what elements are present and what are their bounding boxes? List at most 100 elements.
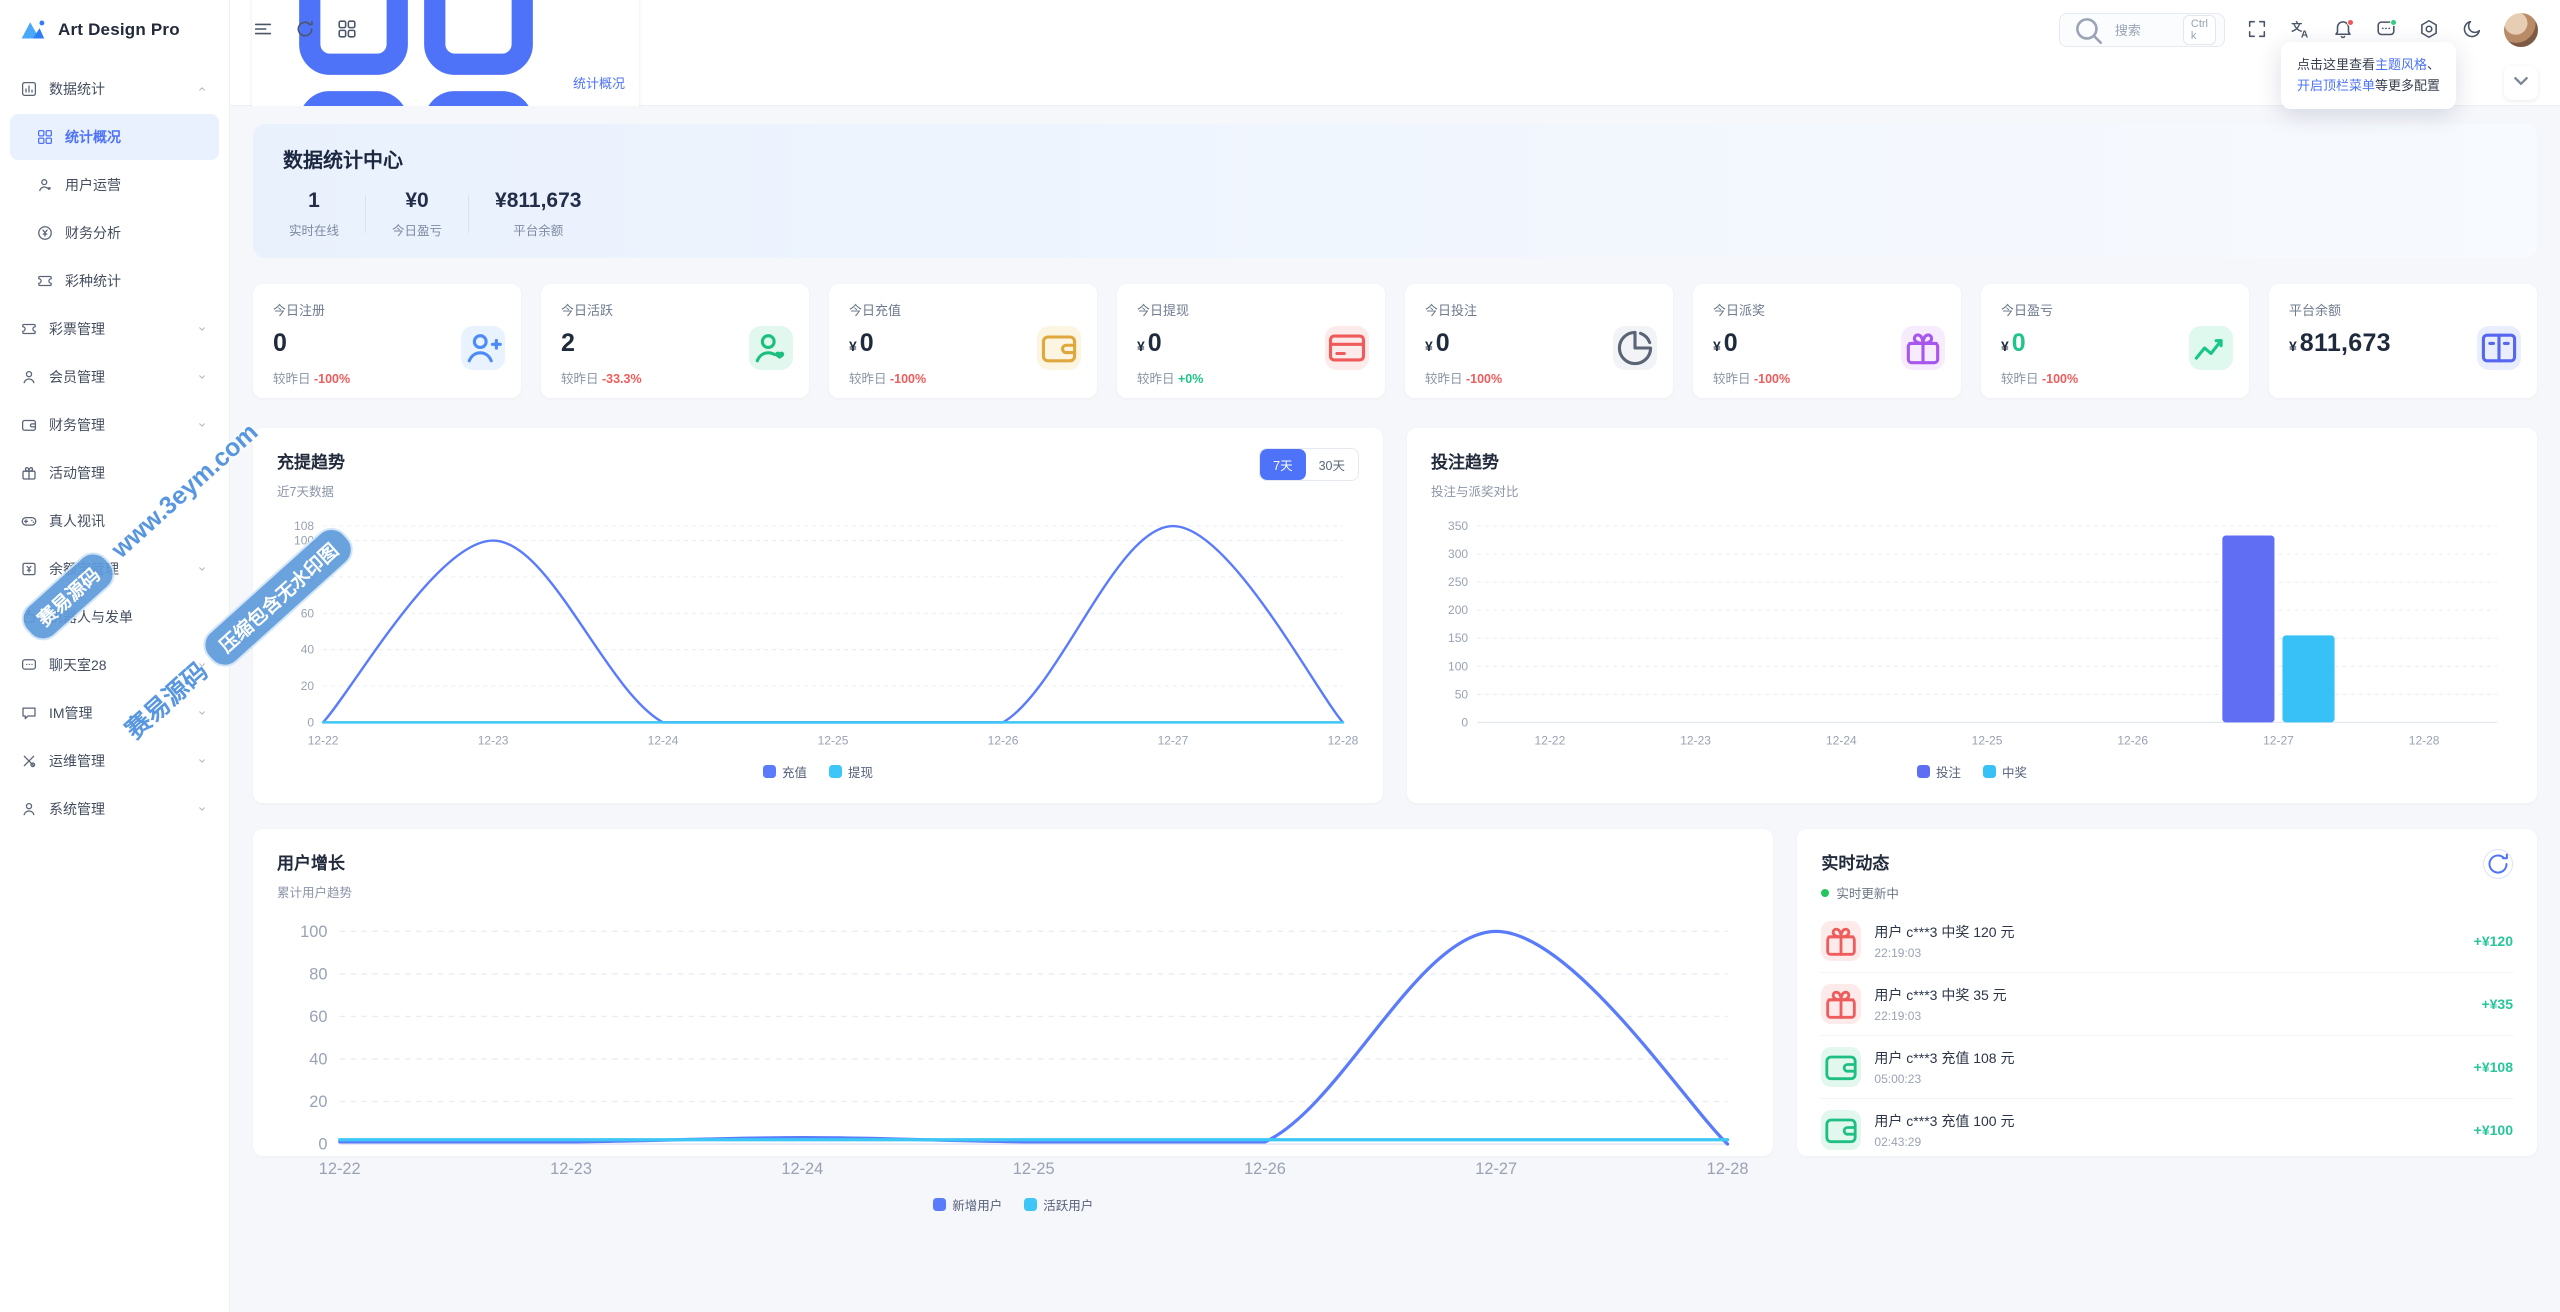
fullscreen-button[interactable] (2246, 19, 2268, 41)
bet-trend-panel: 投注趋势 投注与派奖对比 0 50 100 150 200 250 300 350 12-22 12-… (1407, 428, 2537, 803)
activity-item-amount: +¥108 (2473, 1059, 2513, 1075)
notifications-button[interactable] (2332, 19, 2354, 41)
hero-stat-balance: ¥811,673 平台余额 (495, 189, 582, 238)
vault-icon (20, 560, 38, 578)
svg-text:250: 250 (1448, 575, 1468, 589)
stat-card-value: 811,673 (2299, 329, 2391, 357)
stat-card-compare: 较昨日 +0% (1137, 372, 1204, 386)
chart-title: 充提趋势 (277, 453, 345, 472)
robot-icon (20, 608, 38, 626)
theme-style-link[interactable]: 主题风格 (2375, 57, 2427, 72)
legend-label: 提现 (848, 766, 874, 781)
app-title: Art Design Pro (58, 20, 180, 39)
activity-title: 实时动态 (1821, 854, 1890, 873)
sidebar-item-label: 活动管理 (49, 465, 105, 481)
stat-card-value: 0 (2011, 329, 2027, 357)
currency-prefix: ¥ (2001, 338, 2009, 354)
sidebar-item-彩种统计[interactable]: 彩种统计 (10, 258, 219, 304)
sidebar-item-财务管理[interactable]: 财务管理 (10, 402, 219, 448)
stat-card-今日提现: 今日提现 ¥0 较昨日 +0% (1117, 284, 1385, 398)
svg-text:200: 200 (1448, 603, 1468, 617)
chart-user-growth: 0 20 40 60 80 100 12-22 12-23 12-24 12-25 12-26 12-… (300, 923, 1748, 1178)
svg-text:108: 108 (294, 519, 314, 533)
activity-item-title: 用户 c***3 中奖 35 元 (1874, 987, 2007, 1003)
svg-text:12-25: 12-25 (818, 733, 849, 747)
sidebar-item-聊天室28[interactable]: 聊天室28 (10, 642, 219, 688)
settings-button[interactable] (2418, 19, 2440, 41)
activity-text: 用户 c***3 中奖 120 元 22:19:03 (1874, 922, 2460, 960)
main-area: 数据统计 / 统计概况 Ctrl k 文A (230, 0, 2560, 1312)
svg-text:12-24: 12-24 (1826, 733, 1857, 747)
activity-item-amount: +¥100 (2473, 1122, 2513, 1138)
sidebar-item-数据统计[interactable]: 数据统计 (10, 66, 219, 112)
sidebar-item-真人视讯[interactable]: 真人视讯 (10, 498, 219, 544)
svg-text:12-27: 12-27 (1475, 1160, 1517, 1178)
sidebar-item-系统管理[interactable]: 系统管理 (10, 786, 219, 832)
range-7天-button[interactable]: 7天 (1260, 449, 1306, 480)
sidebar-item-IM管理[interactable]: IM管理 (10, 690, 219, 736)
activity-item-title: 用户 c***3 中奖 120 元 (1874, 924, 2015, 940)
search-input[interactable] (2114, 22, 2175, 38)
wallet-icon (1037, 326, 1081, 370)
sidebar-item-财务分析[interactable]: 财务分析 (10, 210, 219, 256)
sidebar-item-用户运营[interactable]: 用户运营 (10, 162, 219, 208)
legend-充值[interactable]: 充值 (762, 762, 807, 781)
sidebar-item-活动管理[interactable]: 活动管理 (10, 450, 219, 496)
legend-label: 活跃用户 (1043, 1198, 1094, 1213)
svg-text:12-23: 12-23 (550, 1160, 592, 1178)
tooltip-text: 、 (2426, 57, 2440, 72)
grid-icon (36, 128, 54, 146)
activity-text: 用户 c***3 充值 100 元 02:43:29 (1874, 1111, 2460, 1149)
logo[interactable]: Art Design Pro (0, 0, 229, 60)
menu-collapse-button[interactable] (252, 19, 274, 41)
recharge-trend-panel: 充提趋势 近7天数据 7天 30天 0 20 40 60 80 100 108 12-22 12-23 1… (253, 428, 1383, 803)
sidebar-item-彩票管理[interactable]: 彩票管理 (10, 306, 219, 352)
tab-options-button[interactable] (2504, 65, 2538, 100)
legend-新增用户[interactable]: 新增用户 (933, 1195, 1002, 1214)
translate-button[interactable]: 文A (2289, 19, 2311, 41)
activity-text: 用户 c***3 中奖 35 元 22:19:03 (1874, 985, 2468, 1023)
sidebar-item-余额宝管理[interactable]: 余额宝管理 (10, 546, 219, 592)
legend-中奖[interactable]: 中奖 (1983, 762, 2027, 781)
avatar[interactable] (2504, 13, 2538, 47)
tooltip-text: 等更多配置 (2374, 78, 2440, 94)
svg-text:0: 0 (318, 1135, 327, 1153)
tab-strip: 统计概况 (230, 0, 2560, 240)
refresh-button[interactable] (294, 19, 316, 41)
legend-chip-icon (762, 765, 776, 779)
search-box[interactable]: Ctrl k (2059, 13, 2225, 47)
legend-提现[interactable]: 提现 (829, 762, 873, 781)
stat-card-今日活跃: 今日活跃 2 较昨日 -33.3% (541, 284, 809, 398)
svg-text:12-22: 12-22 (319, 1160, 361, 1178)
bottom-row: 用户增长 累计用户趋势 0 20 40 60 80 100 12-22 12-23 12-24 12-… (253, 829, 2537, 1213)
sidebar-item-运维管理[interactable]: 运维管理 (10, 738, 219, 784)
messages-button[interactable] (2375, 19, 2397, 41)
legend-活跃用户[interactable]: 活跃用户 (1024, 1195, 1093, 1214)
chart-title-block: 充提趋势 近7天数据 (277, 448, 345, 500)
user-plus-icon (461, 326, 505, 370)
svg-text:40: 40 (309, 1050, 327, 1068)
range-30天-button[interactable]: 30天 (1305, 449, 1358, 480)
chevron-down-icon (195, 706, 209, 720)
dark-mode-button[interactable] (2461, 19, 2483, 41)
message-icon (20, 704, 38, 722)
svg-text:12-23: 12-23 (478, 733, 509, 747)
legend-投注[interactable]: 投注 (1916, 762, 1961, 781)
sidebar-item-机器人与发单[interactable]: 机器人与发单 (10, 594, 219, 640)
chevron-down-icon (195, 370, 209, 384)
svg-text:12-27: 12-27 (2263, 733, 2294, 747)
svg-text:12-24: 12-24 (781, 1160, 823, 1178)
chevron-down-icon (195, 562, 209, 576)
sidebar-item-会员管理[interactable]: 会员管理 (10, 354, 219, 400)
svg-text:12-23: 12-23 (1680, 733, 1711, 747)
chevron-down-icon (195, 754, 209, 768)
activity-refresh-button[interactable] (2483, 849, 2513, 879)
apps-grid-button[interactable] (336, 19, 358, 41)
svg-text:12-24: 12-24 (648, 733, 679, 747)
stat-card-title: 今日投注 (1425, 303, 1478, 318)
svg-text:12-25: 12-25 (1013, 1160, 1055, 1178)
user-heart-icon (36, 176, 54, 194)
sidebar-item-统计概况[interactable]: 统计概况 (10, 114, 219, 160)
topbar-menu-link[interactable]: 开启顶栏菜单 (2297, 78, 2375, 93)
stat-card-今日派奖: 今日派奖 ¥0 较昨日 -100% (1693, 284, 1961, 398)
